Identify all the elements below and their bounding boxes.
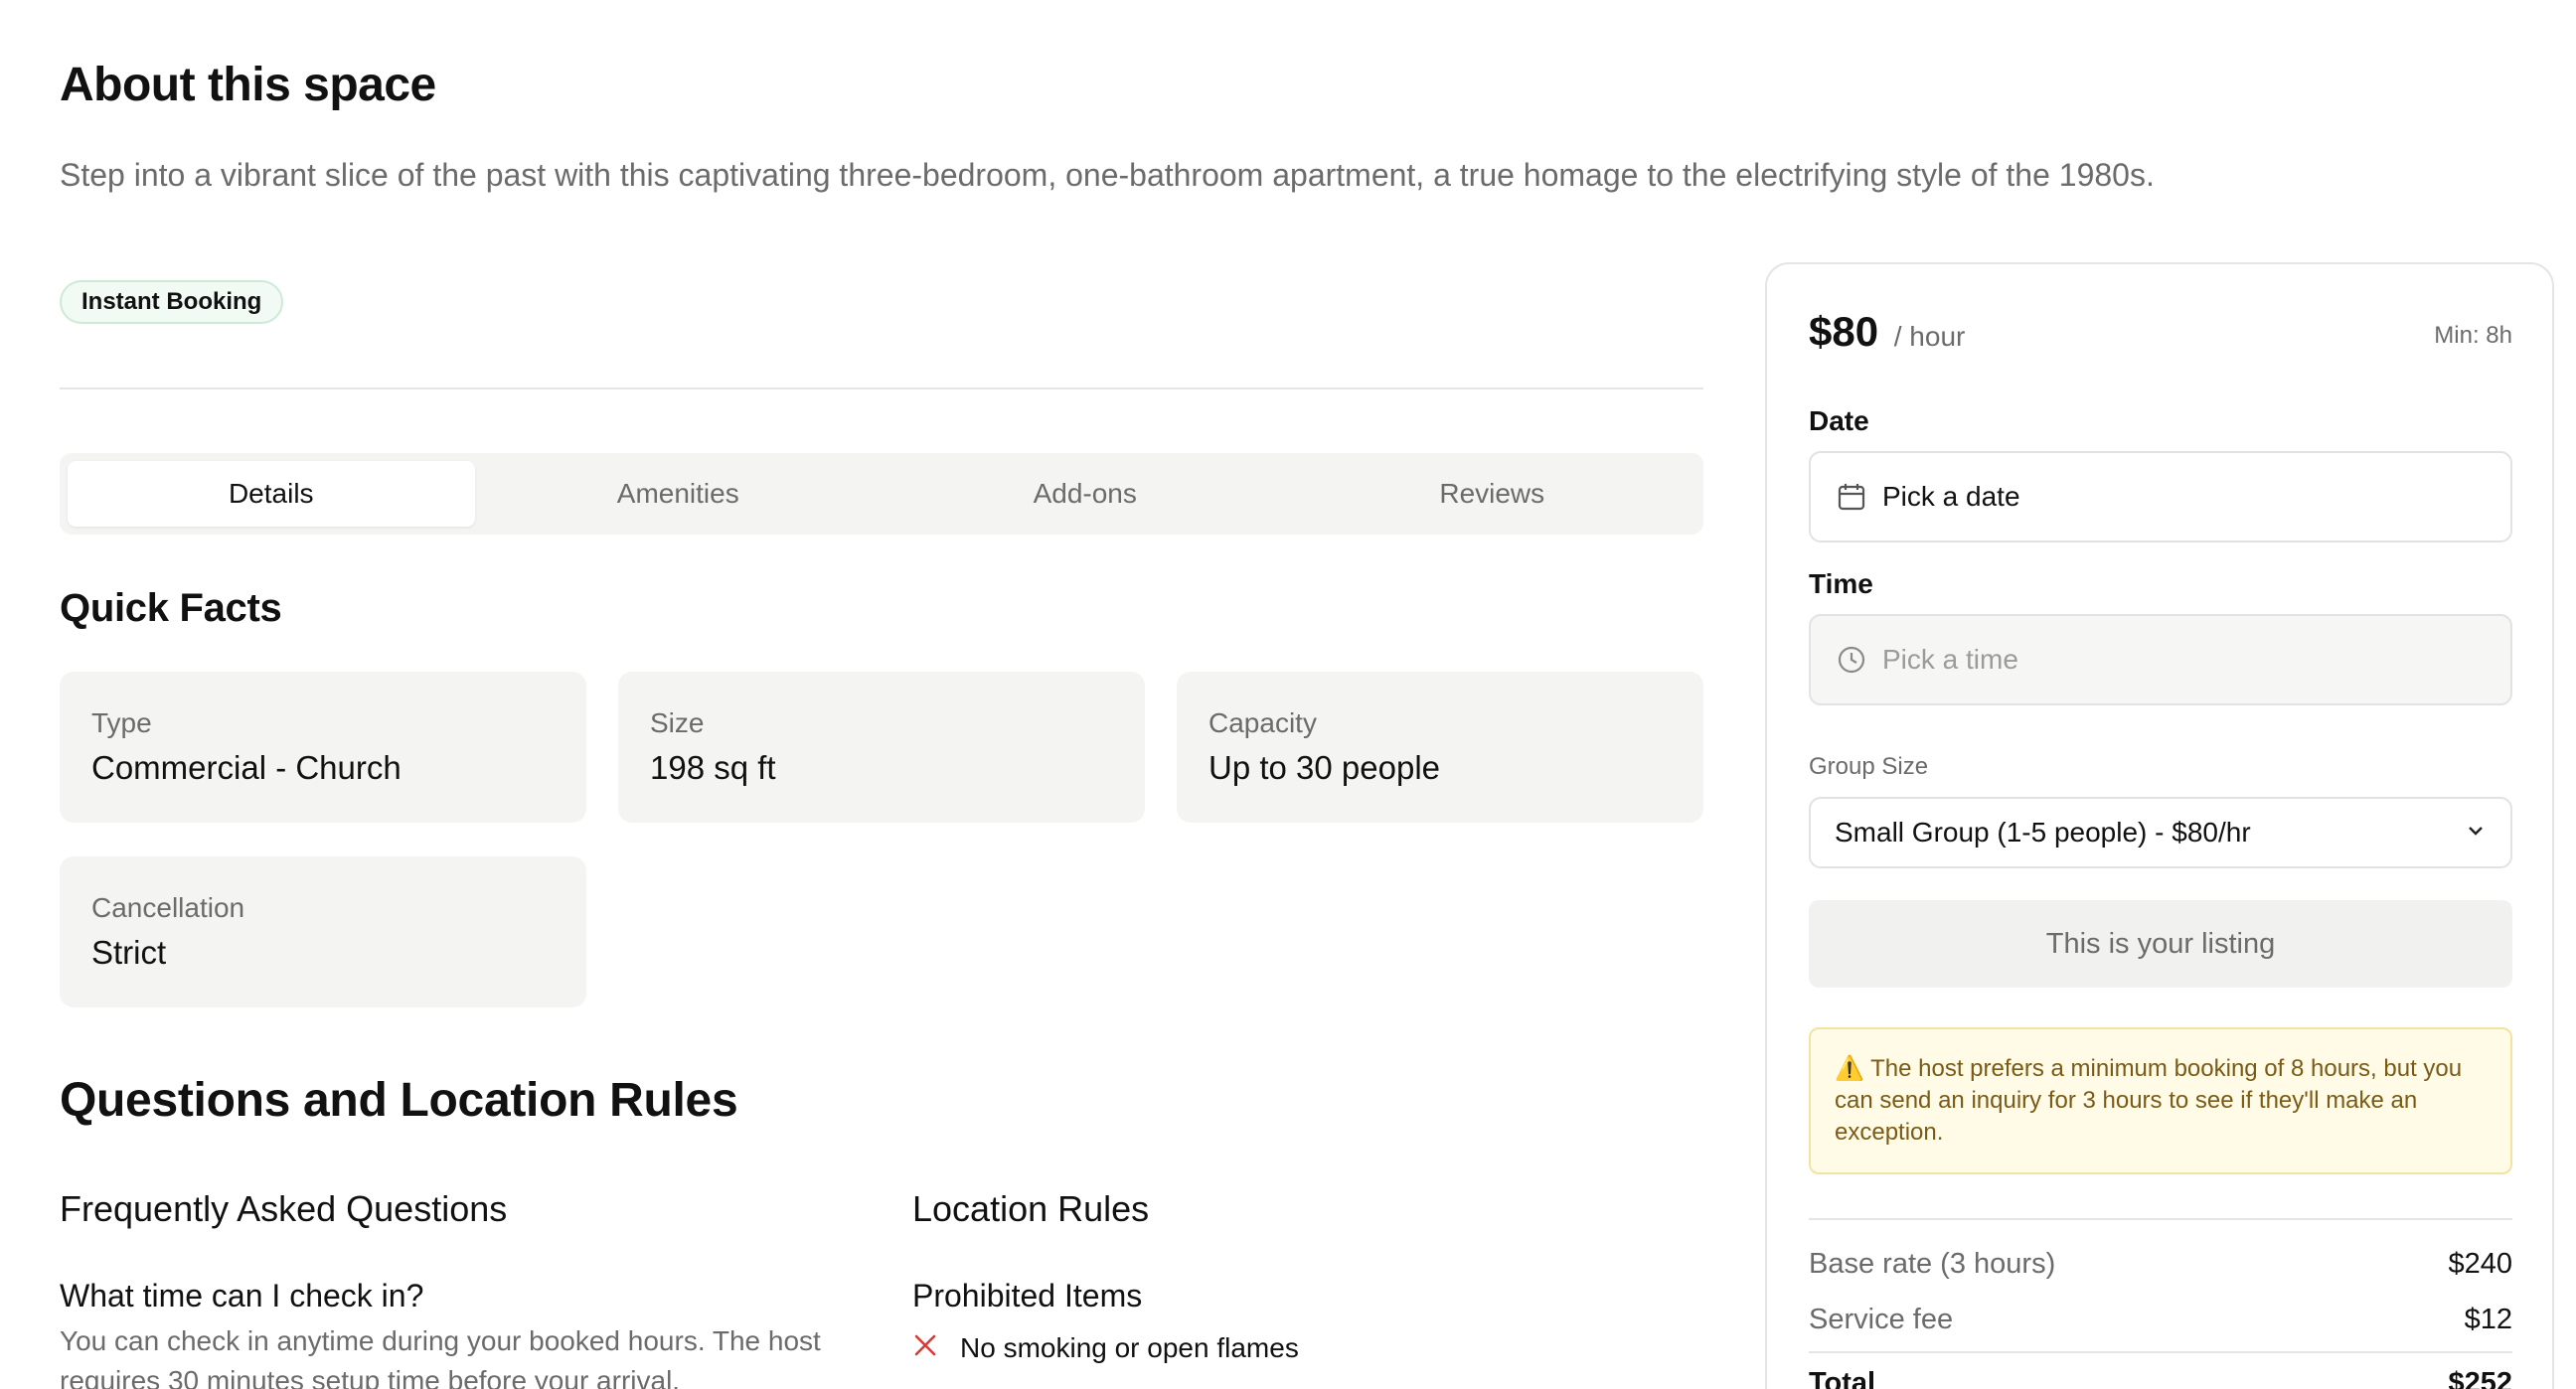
group-size-value: Small Group (1-5 people) - $80/hr: [1835, 817, 2251, 848]
faq-title: Frequently Asked Questions: [60, 1188, 508, 1229]
about-description: Step into a vibrant slice of the past wi…: [60, 157, 2155, 193]
tab-bar: Details Amenities Add-ons Reviews: [60, 453, 1703, 535]
x-icon: [912, 1329, 960, 1366]
tab-reviews[interactable]: Reviews: [1289, 461, 1696, 527]
your-listing-button[interactable]: This is your listing: [1809, 900, 2512, 988]
fact-value: Up to 30 people: [1208, 749, 1441, 786]
questions-rules-title: Questions and Location Rules: [60, 1074, 738, 1127]
divider: [60, 387, 1703, 389]
fact-label: Cancellation: [91, 892, 245, 923]
date-placeholder: Pick a date: [1882, 481, 2020, 512]
service-fee-row: Service fee $12: [1809, 1304, 2512, 1336]
quick-facts-title: Quick Facts: [60, 586, 282, 630]
total-value: $252: [2448, 1367, 2512, 1389]
time-picker[interactable]: Pick a time: [1809, 614, 2512, 705]
warning-text: The host prefers a minimum booking of 8 …: [1835, 1055, 2463, 1146]
fact-card-size: Size 198 sq ft: [618, 672, 1145, 823]
line-value: $240: [2448, 1248, 2512, 1280]
price: $80 / hour: [1809, 308, 1965, 356]
calendar-icon: [1835, 480, 1868, 514]
price-amount: $80: [1809, 308, 1879, 355]
time-placeholder: Pick a time: [1882, 644, 2018, 675]
prohibited-item: No smoking or open flames: [912, 1329, 1299, 1366]
chevron-down-icon: [2465, 817, 2487, 849]
instant-booking-badge: Instant Booking: [60, 280, 284, 324]
group-size-label: Group Size: [1809, 753, 1929, 780]
prohibited-items-title: Prohibited Items: [912, 1278, 1143, 1313]
total-label: Total: [1809, 1367, 1876, 1389]
fact-label: Size: [650, 707, 705, 738]
fact-card-type: Type Commercial - Church: [60, 672, 586, 823]
clock-icon: [1835, 643, 1868, 677]
faq-answer: You can check in anytime during your boo…: [60, 1325, 821, 1389]
fact-card-cancellation: Cancellation Strict: [60, 856, 586, 1007]
price-unit: / hour: [1893, 321, 1966, 352]
date-picker[interactable]: Pick a date: [1809, 451, 2512, 542]
base-rate-row: Base rate (3 hours) $240: [1809, 1248, 2512, 1281]
fact-value: 198 sq ft: [650, 749, 776, 786]
fact-label: Type: [91, 707, 152, 738]
line-value: $12: [2464, 1304, 2512, 1335]
about-title: About this space: [60, 59, 436, 111]
minimum-booking-warning: ⚠️ The host prefers a minimum booking of…: [1809, 1027, 2512, 1174]
date-label: Date: [1809, 405, 1869, 436]
divider: [1809, 1351, 2512, 1353]
divider: [1809, 1218, 2512, 1220]
fact-value: Strict: [91, 934, 167, 971]
faq-question: What time can I check in?: [60, 1278, 424, 1313]
group-size-select[interactable]: Small Group (1-5 people) - $80/hr: [1809, 797, 2512, 868]
fact-label: Capacity: [1208, 707, 1317, 738]
fact-value: Commercial - Church: [91, 749, 402, 786]
time-label: Time: [1809, 568, 1873, 599]
tab-amenities[interactable]: Amenities: [475, 461, 883, 527]
warning-icon: ⚠️: [1835, 1055, 1864, 1082]
prohibited-item-label: No smoking or open flames: [960, 1331, 1299, 1363]
line-label: Base rate (3 hours): [1809, 1248, 2056, 1280]
total-row: Total $252: [1809, 1367, 2512, 1389]
fact-card-capacity: Capacity Up to 30 people: [1177, 672, 1703, 823]
tab-details[interactable]: Details: [68, 461, 475, 527]
listing-page: About this space Step into a vibrant sli…: [0, 0, 2576, 1389]
location-rules-title: Location Rules: [912, 1188, 1150, 1229]
line-label: Service fee: [1809, 1304, 1954, 1335]
tab-add-ons[interactable]: Add-ons: [882, 461, 1289, 527]
booking-card: $80 / hour Min: 8h Date Pick a date Time: [1765, 262, 2554, 1389]
minimum-hours: Min: 8h: [2434, 322, 2512, 349]
